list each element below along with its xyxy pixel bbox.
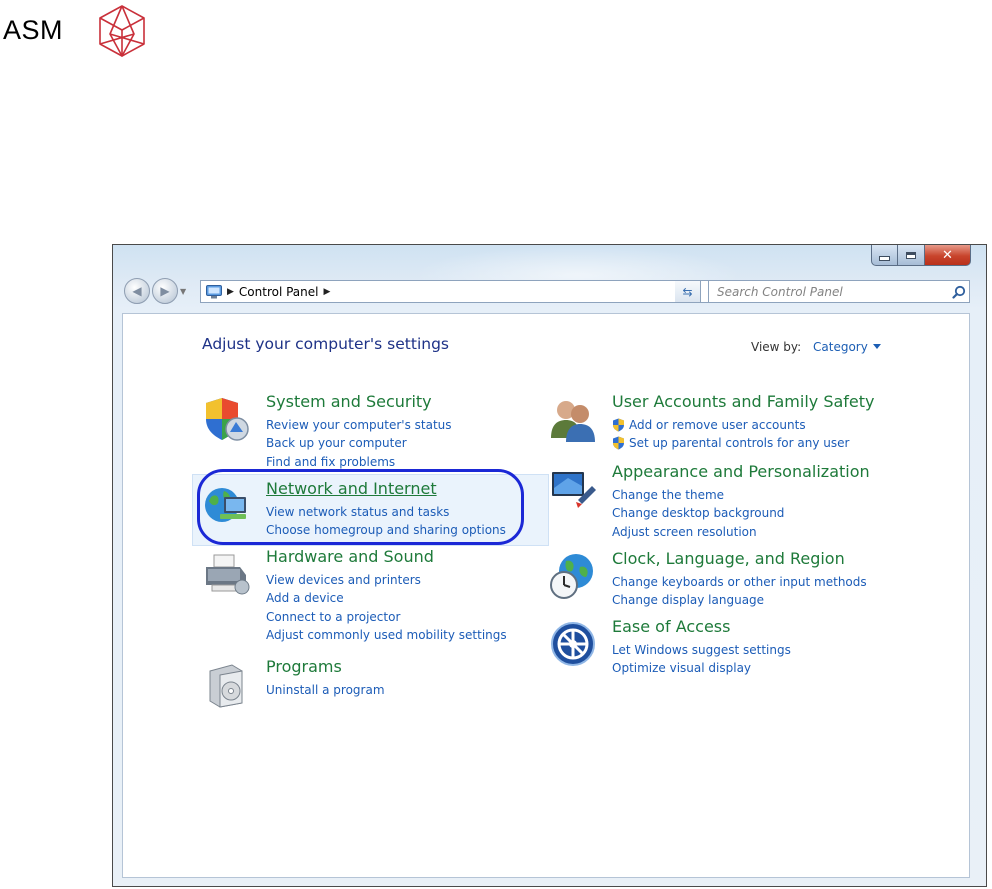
category-link[interactable]: Optimize visual display [612,659,791,677]
search-icon[interactable] [949,282,969,302]
logo-mark-icon [99,5,145,57]
category-link-text[interactable]: Set up parental controls for any user [629,434,849,452]
view-by-label: View by: [751,340,802,354]
category-links: Review your computer's status Back up yo… [266,416,452,471]
programs-box-icon [209,664,243,708]
category-links: View devices and printers Add a device C… [266,571,507,644]
close-icon: ✕ [942,247,953,263]
category-link[interactable]: Review your computer's status [266,416,452,434]
category-title[interactable]: User Accounts and Family Safety [612,392,875,411]
caption-buttons: ✕ [871,245,971,267]
category-title[interactable]: Programs [266,657,342,676]
category-title[interactable]: Ease of Access [612,617,730,636]
category-link[interactable]: Set up parental controls for any user [612,434,849,452]
search-box [708,280,970,303]
category-title[interactable]: Clock, Language, and Region [612,549,845,568]
logo-text: ASM [3,15,64,45]
breadcrumb-separator-icon[interactable]: ▶ [227,287,234,297]
category-link-text[interactable]: Add or remove user accounts [629,416,806,434]
close-button[interactable]: ✕ [925,245,971,266]
category-link[interactable]: View devices and printers [266,571,507,589]
category-links: Add or remove user accounts Set up paren… [612,416,849,453]
minimize-icon [879,255,890,261]
uac-shield-icon [613,418,624,432]
maximize-button[interactable] [898,245,925,266]
forward-button[interactable]: ▶ [152,278,178,304]
users-icon [551,401,595,442]
category-link[interactable]: Connect to a projector [266,608,507,626]
category-link[interactable]: Adjust commonly used mobility settings [266,626,507,644]
content-pane: Adjust your computer's settings View by:… [122,313,970,878]
category-link[interactable]: Change display language [612,591,867,609]
breadcrumb-control-panel[interactable]: Control Panel [239,285,319,299]
category-link[interactable]: Back up your computer [266,434,452,452]
recent-pages-dropdown[interactable]: ▼ [180,287,186,296]
category-link[interactable]: Adjust screen resolution [612,523,784,541]
asm-logo: ASM [0,2,160,58]
refresh-icon: ⇆ [682,284,693,299]
back-arrow-icon: ◀ [132,284,142,298]
category-links: Let Windows suggest settings Optimize vi… [612,641,791,678]
page-title: Adjust your computer's settings [202,335,449,353]
back-button[interactable]: ◀ [124,278,150,304]
display-paint-icon [552,472,596,508]
ease-of-access-icon [551,622,595,666]
category-title[interactable]: Appearance and Personalization [612,462,870,481]
category-link[interactable]: Change desktop background [612,504,784,522]
printer-icon [206,554,250,595]
category-link[interactable]: Uninstall a program [266,681,385,699]
navigation-buttons: ◀ ▶ ▼ [124,278,186,304]
forward-arrow-icon: ▶ [160,284,170,298]
category-link[interactable]: Add or remove user accounts [612,416,849,434]
control-panel-icon [206,284,222,298]
network-annotation-ring [197,469,524,545]
maximize-icon [906,251,916,259]
category-links: Change the theme Change desktop backgrou… [612,486,784,541]
minimize-button[interactable] [871,245,898,266]
magnifier-icon [952,285,966,299]
category-link[interactable]: Change the theme [612,486,784,504]
category-title[interactable]: System and Security [266,392,432,411]
breadcrumb-expand-icon[interactable]: ▶ [324,287,331,297]
view-by-chevron-down-icon[interactable] [873,344,881,349]
category-link[interactable]: Add a device [266,589,507,607]
search-input[interactable] [715,281,949,302]
view-by-dropdown[interactable]: Category [813,340,868,354]
clock-globe-icon [550,554,593,599]
control-panel-window: ✕ ◀ ▶ ▼ ▶ Control Panel ▶ ▼ ⇆ Adjust you… [112,244,987,887]
category-link[interactable]: Change keyboards or other input methods [612,573,867,591]
category-link[interactable]: Let Windows suggest settings [612,641,791,659]
category-title[interactable]: Hardware and Sound [266,547,434,566]
uac-shield-icon [613,436,624,450]
category-links: Uninstall a program [266,681,385,699]
refresh-button[interactable]: ⇆ [675,280,701,303]
security-shield-icon [206,398,249,441]
category-links: Change keyboards or other input methods … [612,573,867,610]
